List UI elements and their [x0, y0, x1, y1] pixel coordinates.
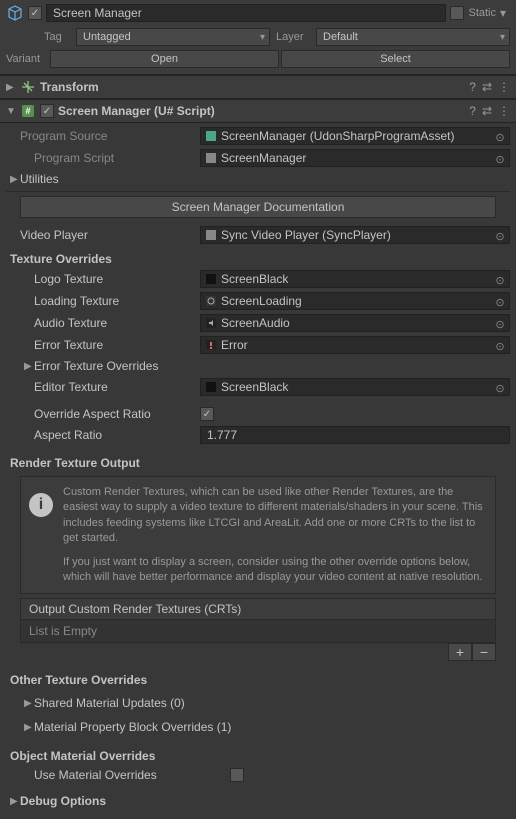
video-player-field[interactable]: Sync Video Player (SyncPlayer) [200, 226, 510, 244]
aspect-ratio-label: Aspect Ratio [34, 428, 200, 442]
object-picker-icon[interactable] [493, 295, 507, 309]
foldout-icon: ▶ [24, 722, 34, 733]
layer-label: Layer [276, 31, 310, 43]
editor-texture-label: Editor Texture [34, 380, 200, 394]
documentation-button[interactable]: Screen Manager Documentation [20, 196, 496, 218]
debug-options-foldout[interactable]: ▶ Debug Options [6, 791, 510, 811]
logo-texture-field[interactable]: ScreenBlack [200, 270, 510, 288]
info-icon: i [29, 493, 53, 517]
property-block-foldout[interactable]: ▶ Material Property Block Overrides (1) [6, 717, 510, 737]
inspector-root: Static ▾ Tag Untagged Layer Default Vari… [0, 0, 516, 758]
editor-texture-field[interactable]: ScreenBlack [200, 378, 510, 396]
open-button[interactable]: Open [50, 50, 279, 68]
crt-list-body: List is Empty [20, 620, 496, 643]
variant-label: Variant [6, 53, 48, 65]
help-icon[interactable]: ? [469, 80, 476, 94]
texture-icon [205, 381, 217, 393]
foldout-icon[interactable]: ▼ [6, 106, 16, 117]
render-info-box: i Custom Render Textures, which can be u… [20, 476, 496, 594]
loading-texture-field[interactable]: ScreenLoading [200, 292, 510, 310]
foldout-icon: ▶ [24, 698, 34, 709]
help-icon[interactable]: ? [469, 104, 476, 118]
static-dropdown-icon[interactable]: ▾ [500, 6, 510, 20]
use-material-label: Use Material Overrides [34, 768, 230, 782]
program-script-label: Program Script [20, 151, 200, 165]
object-material-header: Object Material Overrides [6, 743, 510, 765]
gameobject-name-input[interactable] [46, 4, 446, 22]
foldout-icon[interactable]: ▶ [6, 82, 16, 93]
program-source-field[interactable]: ScreenManager (UdonSharpProgramAsset) [200, 127, 510, 145]
menu-icon[interactable]: ⋮ [498, 80, 510, 94]
crt-list-header[interactable]: Output Custom Render Textures (CRTs) [20, 598, 496, 620]
object-picker-icon[interactable] [493, 381, 507, 395]
use-material-checkbox[interactable] [230, 768, 244, 782]
texture-icon [205, 273, 217, 285]
select-button[interactable]: Select [281, 50, 510, 68]
object-picker-icon[interactable] [493, 273, 507, 287]
error-texture-label: Error Texture [34, 338, 200, 352]
screen-manager-component-header[interactable]: ▼ # Screen Manager (U# Script) ? ⇄ ⋮ [0, 99, 516, 123]
override-aspect-label: Override Aspect Ratio [34, 407, 200, 421]
program-script-field[interactable]: ScreenManager [200, 149, 510, 167]
error-texture-field[interactable]: Error [200, 336, 510, 354]
menu-icon[interactable]: ⋮ [498, 104, 510, 118]
active-checkbox[interactable] [28, 6, 42, 20]
prefab-cube-icon [6, 4, 24, 22]
audio-texture-field[interactable]: ScreenAudio [200, 314, 510, 332]
preset-icon[interactable]: ⇄ [482, 80, 492, 94]
component-enabled-checkbox[interactable] [40, 104, 54, 118]
error-overrides-foldout[interactable]: ▶ Error Texture Overrides [6, 356, 510, 376]
layer-dropdown[interactable]: Default [316, 28, 510, 46]
list-add-button[interactable]: + [448, 643, 472, 661]
transform-title: Transform [40, 80, 465, 94]
object-picker-icon[interactable] [493, 317, 507, 331]
foldout-icon: ▶ [24, 361, 34, 372]
shared-material-foldout[interactable]: ▶ Shared Material Updates (0) [6, 693, 510, 713]
static-label: Static [468, 7, 496, 19]
other-overrides-header: Other Texture Overrides [6, 667, 510, 689]
list-remove-button[interactable]: − [472, 643, 496, 661]
video-player-label: Video Player [20, 228, 200, 242]
gameobject-header: Static ▾ Tag Untagged Layer Default Vari… [0, 0, 516, 75]
object-picker-icon[interactable] [493, 339, 507, 353]
aspect-ratio-field[interactable] [200, 426, 510, 444]
static-checkbox[interactable] [450, 6, 464, 20]
object-picker-icon[interactable] [493, 130, 507, 144]
texture-icon [205, 339, 217, 351]
texture-icon [205, 295, 217, 307]
tag-dropdown[interactable]: Untagged [76, 28, 270, 46]
usharp-script-icon: # [20, 103, 36, 119]
component-title: Screen Manager (U# Script) [58, 104, 465, 118]
tag-label: Tag [44, 31, 70, 43]
override-aspect-checkbox[interactable] [200, 407, 214, 421]
script-icon [205, 152, 217, 164]
foldout-icon: ▶ [10, 796, 20, 807]
object-picker-icon[interactable] [493, 229, 507, 243]
transform-component-header[interactable]: ▶ Transform ? ⇄ ⋮ [0, 75, 516, 99]
audio-texture-label: Audio Texture [34, 316, 200, 330]
preset-icon[interactable]: ⇄ [482, 104, 492, 118]
screen-manager-body: Program Source ScreenManager (UdonSharpP… [0, 123, 516, 819]
utilities-foldout[interactable]: ▶ Utilities [6, 169, 510, 189]
script-icon [205, 229, 217, 241]
transform-icon [20, 79, 36, 95]
foldout-icon: ▶ [10, 174, 20, 185]
program-source-label: Program Source [20, 129, 200, 143]
logo-texture-label: Logo Texture [34, 272, 200, 286]
asset-icon [205, 130, 217, 142]
loading-texture-label: Loading Texture [34, 294, 200, 308]
texture-overrides-header: Texture Overrides [6, 246, 510, 268]
object-picker-icon[interactable] [493, 152, 507, 166]
texture-icon [205, 317, 217, 329]
render-output-header: Render Texture Output [6, 450, 510, 472]
svg-text:#: # [25, 106, 30, 116]
